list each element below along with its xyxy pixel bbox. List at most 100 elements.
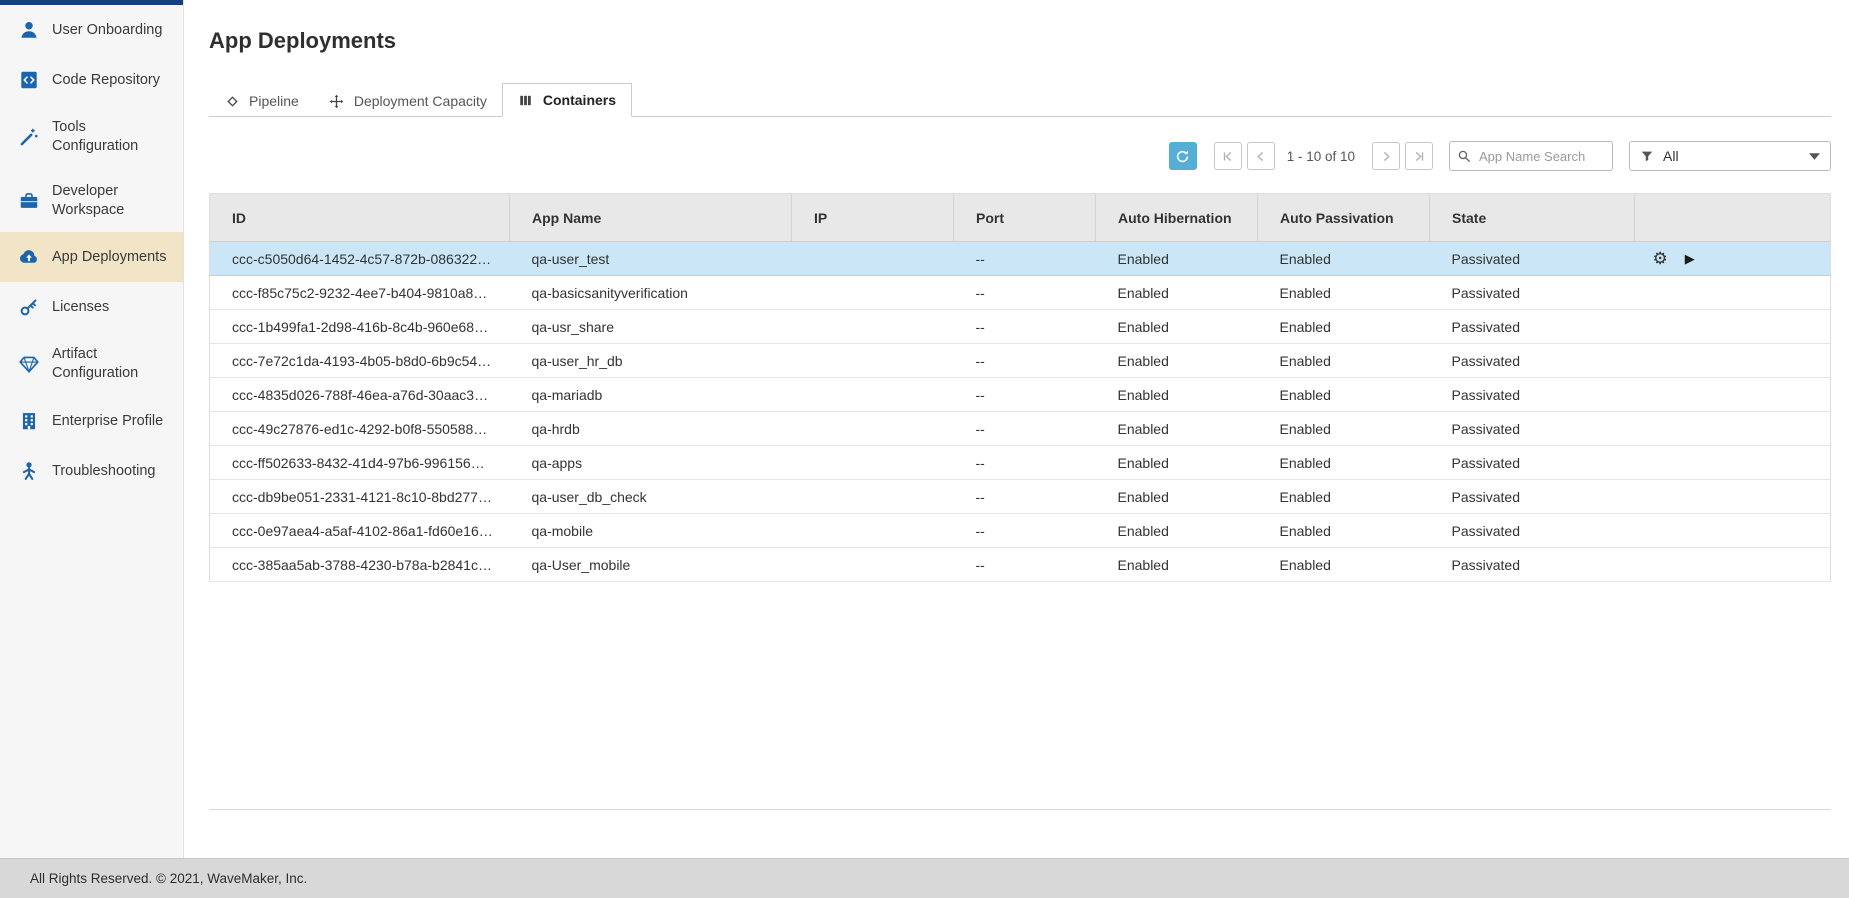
app-root: User Onboarding Code Repository Tools Co… bbox=[0, 0, 1849, 858]
filter-selected-value: All bbox=[1663, 148, 1679, 164]
first-page-icon bbox=[1221, 150, 1234, 163]
column-header-auto-passivation: Auto Passivation bbox=[1258, 194, 1430, 242]
sidebar-item-licenses[interactable]: Licenses bbox=[0, 282, 183, 332]
funnel-icon bbox=[1640, 149, 1654, 163]
cell-app-name: qa-hrdb bbox=[510, 412, 792, 446]
cell-actions bbox=[1635, 344, 1831, 378]
app-name-search bbox=[1449, 141, 1613, 171]
sidebar-item-code-repository[interactable]: Code Repository bbox=[0, 55, 183, 105]
cell-actions bbox=[1635, 446, 1831, 480]
cell-port: -- bbox=[954, 378, 1096, 412]
cell-auto-passivation: Enabled bbox=[1258, 412, 1430, 446]
sidebar-item-user-onboarding[interactable]: User Onboarding bbox=[0, 5, 183, 55]
table-row[interactable]: ccc-49c27876-ed1c-4292-b0f8-550588…qa-hr… bbox=[210, 412, 1831, 446]
column-header-port: Port bbox=[954, 194, 1096, 242]
cell-auto-passivation: Enabled bbox=[1258, 378, 1430, 412]
cell-state: Passivated bbox=[1430, 412, 1635, 446]
toolbar: 1 - 10 of 10 All bbox=[209, 141, 1831, 171]
cell-auto-hibernation: Enabled bbox=[1096, 344, 1258, 378]
first-page-button[interactable] bbox=[1214, 142, 1242, 170]
cell-state: Passivated bbox=[1430, 514, 1635, 548]
cell-app-name: qa-User_mobile bbox=[510, 548, 792, 582]
next-page-button[interactable] bbox=[1372, 142, 1400, 170]
settings-gear-icon[interactable]: ⚙ bbox=[1653, 249, 1668, 269]
table-row[interactable]: ccc-1b499fa1-2d98-416b-8c4b-960e68…qa-us… bbox=[210, 310, 1831, 344]
prev-page-button[interactable] bbox=[1247, 142, 1275, 170]
cell-ip bbox=[792, 378, 954, 412]
cell-auto-passivation: Enabled bbox=[1258, 446, 1430, 480]
sidebar-item-tools-configuration[interactable]: Tools Configuration bbox=[0, 105, 183, 169]
cell-app-name: qa-user_hr_db bbox=[510, 344, 792, 378]
cell-id: ccc-7e72c1da-4193-4b05-b8d0-6b9c54… bbox=[210, 344, 510, 378]
cell-port: -- bbox=[954, 412, 1096, 446]
column-header-app-name: App Name bbox=[510, 194, 792, 242]
cell-auto-passivation: Enabled bbox=[1258, 310, 1430, 344]
cell-app-name: qa-apps bbox=[510, 446, 792, 480]
search-input[interactable] bbox=[1477, 148, 1605, 165]
table-row[interactable]: ccc-db9be051-2331-4121-8c10-8bd277…qa-us… bbox=[210, 480, 1831, 514]
column-header-id: ID bbox=[210, 194, 510, 242]
tab-containers[interactable]: Containers bbox=[502, 83, 632, 117]
sidebar-item-app-deployments[interactable]: App Deployments bbox=[0, 232, 183, 282]
cell-id: ccc-49c27876-ed1c-4292-b0f8-550588… bbox=[210, 412, 510, 446]
table-row[interactable]: ccc-c5050d64-1452-4c57-872b-086322…qa-us… bbox=[210, 242, 1831, 276]
artifact-icon bbox=[17, 352, 41, 376]
table-row[interactable]: ccc-7e72c1da-4193-4b05-b8d0-6b9c54…qa-us… bbox=[210, 344, 1831, 378]
main-content: App Deployments Pipeline Deployment Capa… bbox=[184, 0, 1849, 858]
containers-table: IDApp NameIPPortAuto HibernationAuto Pas… bbox=[209, 193, 1831, 582]
cell-id: ccc-0e97aea4-a5af-4102-86a1-fd60e16… bbox=[210, 514, 510, 548]
cell-id: ccc-ff502633-8432-41d4-97b6-996156… bbox=[210, 446, 510, 480]
tab-deployment-capacity[interactable]: Deployment Capacity bbox=[314, 85, 502, 117]
cell-auto-passivation: Enabled bbox=[1258, 514, 1430, 548]
cell-ip bbox=[792, 412, 954, 446]
cell-app-name: qa-user_db_check bbox=[510, 480, 792, 514]
column-header-state: State bbox=[1430, 194, 1635, 242]
enterprise-icon bbox=[17, 409, 41, 433]
table-header-row: IDApp NameIPPortAuto HibernationAuto Pas… bbox=[210, 194, 1831, 242]
workspace-icon bbox=[17, 189, 41, 213]
cell-ip bbox=[792, 446, 954, 480]
table-row[interactable]: ccc-4835d026-788f-46ea-a76d-30aac3…qa-ma… bbox=[210, 378, 1831, 412]
user-icon bbox=[17, 18, 41, 42]
column-header-actions bbox=[1635, 194, 1831, 242]
cell-auto-passivation: Enabled bbox=[1258, 276, 1430, 310]
sidebar-item-developer-workspace[interactable]: Developer Workspace bbox=[0, 169, 183, 233]
cell-port: -- bbox=[954, 446, 1096, 480]
containers-icon bbox=[518, 92, 534, 108]
cell-actions bbox=[1635, 378, 1831, 412]
sidebar-nav: User Onboarding Code Repository Tools Co… bbox=[0, 5, 183, 496]
sidebar-item-troubleshooting[interactable]: Troubleshooting bbox=[0, 446, 183, 496]
run-play-icon[interactable]: ▶ bbox=[1685, 251, 1695, 267]
cell-app-name: qa-mobile bbox=[510, 514, 792, 548]
table-row[interactable]: ccc-ff502633-8432-41d4-97b6-996156…qa-ap… bbox=[210, 446, 1831, 480]
cell-auto-hibernation: Enabled bbox=[1096, 446, 1258, 480]
table-row[interactable]: ccc-0e97aea4-a5af-4102-86a1-fd60e16…qa-m… bbox=[210, 514, 1831, 548]
sidebar: User Onboarding Code Repository Tools Co… bbox=[0, 0, 184, 858]
cell-app-name: qa-user_test bbox=[510, 242, 792, 276]
refresh-button[interactable] bbox=[1169, 142, 1197, 170]
table-row[interactable]: ccc-385aa5ab-3788-4230-b78a-b2841c…qa-Us… bbox=[210, 548, 1831, 582]
cell-state: Passivated bbox=[1430, 344, 1635, 378]
deployments-icon bbox=[17, 245, 41, 269]
state-filter-select[interactable]: All bbox=[1629, 141, 1831, 171]
sidebar-item-artifact-configuration[interactable]: Artifact Configuration bbox=[0, 332, 183, 396]
sidebar-item-enterprise-profile[interactable]: Enterprise Profile bbox=[0, 396, 183, 446]
cell-id: ccc-c5050d64-1452-4c57-872b-086322… bbox=[210, 242, 510, 276]
last-page-button[interactable] bbox=[1405, 142, 1433, 170]
cell-auto-hibernation: Enabled bbox=[1096, 480, 1258, 514]
cell-auto-hibernation: Enabled bbox=[1096, 276, 1258, 310]
last-page-icon bbox=[1413, 150, 1426, 163]
column-header-auto-hibernation: Auto Hibernation bbox=[1096, 194, 1258, 242]
cell-id: ccc-1b499fa1-2d98-416b-8c4b-960e68… bbox=[210, 310, 510, 344]
table-row[interactable]: ccc-f85c75c2-9232-4ee7-b404-9810a8…qa-ba… bbox=[210, 276, 1831, 310]
column-header-ip: IP bbox=[792, 194, 954, 242]
prev-page-icon bbox=[1254, 150, 1267, 163]
cell-port: -- bbox=[954, 276, 1096, 310]
copyright-text: All Rights Reserved. © 2021, WaveMaker, … bbox=[30, 871, 307, 886]
cell-state: Passivated bbox=[1430, 310, 1635, 344]
next-page-icon bbox=[1380, 150, 1393, 163]
cell-id: ccc-4835d026-788f-46ea-a76d-30aac3… bbox=[210, 378, 510, 412]
tab-pipeline[interactable]: Pipeline bbox=[209, 85, 314, 117]
cell-auto-passivation: Enabled bbox=[1258, 480, 1430, 514]
tab-bar: Pipeline Deployment Capacity Containers bbox=[209, 82, 1831, 117]
